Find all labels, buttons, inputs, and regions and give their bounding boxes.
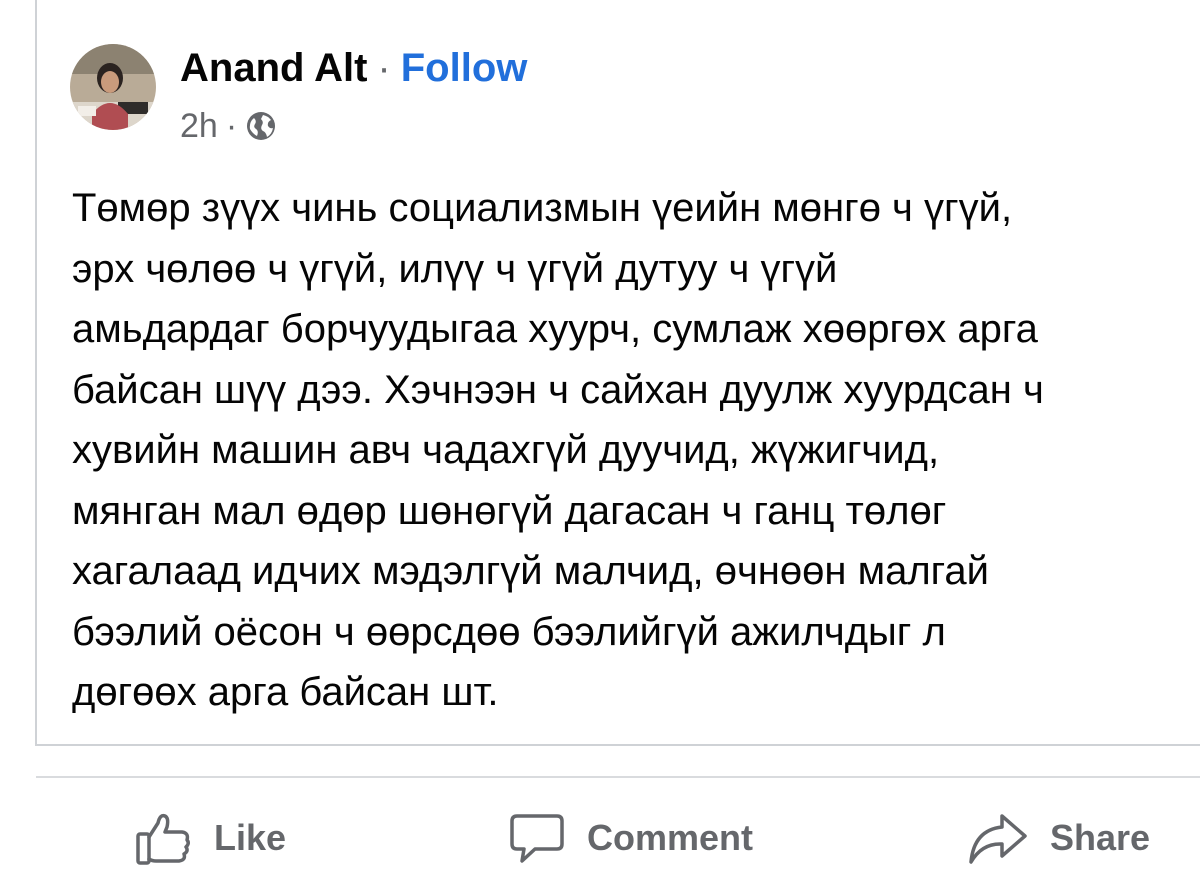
actions-divider [36,776,1200,778]
post-text-line: бээлий оёсон ч өөрсдөө бээлийгүй ажилчды… [72,609,946,654]
post-text-line: хувийн машин авч чадахгүй дуучид, жүжигч… [72,428,940,472]
like-button[interactable]: Like [134,806,286,870]
share-arrow-icon [969,814,1027,864]
thumbs-up-icon [136,813,191,865]
post-text-line: амьдардаг борчуудыгаа хуурч, сумлаж хөөр… [72,307,1038,351]
comment-bubble-icon [510,814,564,863]
post-body: Төмөр зүүх чинь социализмын үеийн мөнгө … [72,178,1200,723]
follow-button[interactable]: Follow [401,46,528,91]
avatar-photo [70,44,156,130]
comment-button[interactable]: Comment [509,806,753,870]
post-text-line: хагалаад идчих мэдэлгүй малчид, өчнөөн м… [72,549,989,593]
author-avatar[interactable] [70,44,156,130]
post-text-line: мянган мал өдөр шөнөгүй дагасан ч ганц т… [72,488,947,533]
post-text-line: байсан шүү дээ. Хэчнээн ч сайхан дуулж х… [72,367,1044,412]
name-separator: · [377,45,391,90]
share-label: Share [1050,817,1151,858]
post-text-line: дөгөөх арга байсан шт. [72,670,499,714]
post-text-line: Төмөр зүүх чинь социализмын үеийн мөнгө … [72,186,1013,230]
comment-label: Comment [587,817,754,858]
meta-separator: · [225,106,238,145]
author-line: Anand Alt · Follow [180,42,527,94]
globe-icon[interactable] [245,110,277,142]
post-meta: 2h · [180,104,277,148]
like-label: Like [214,817,287,858]
share-button[interactable]: Share [968,806,1150,870]
post-timestamp[interactable]: 2h [180,107,218,146]
post-text-line: эрх чөлөө ч үгүй, илүү ч үгүй дутуу ч үг… [72,246,838,291]
author-name[interactable]: Anand Alt [180,46,367,91]
